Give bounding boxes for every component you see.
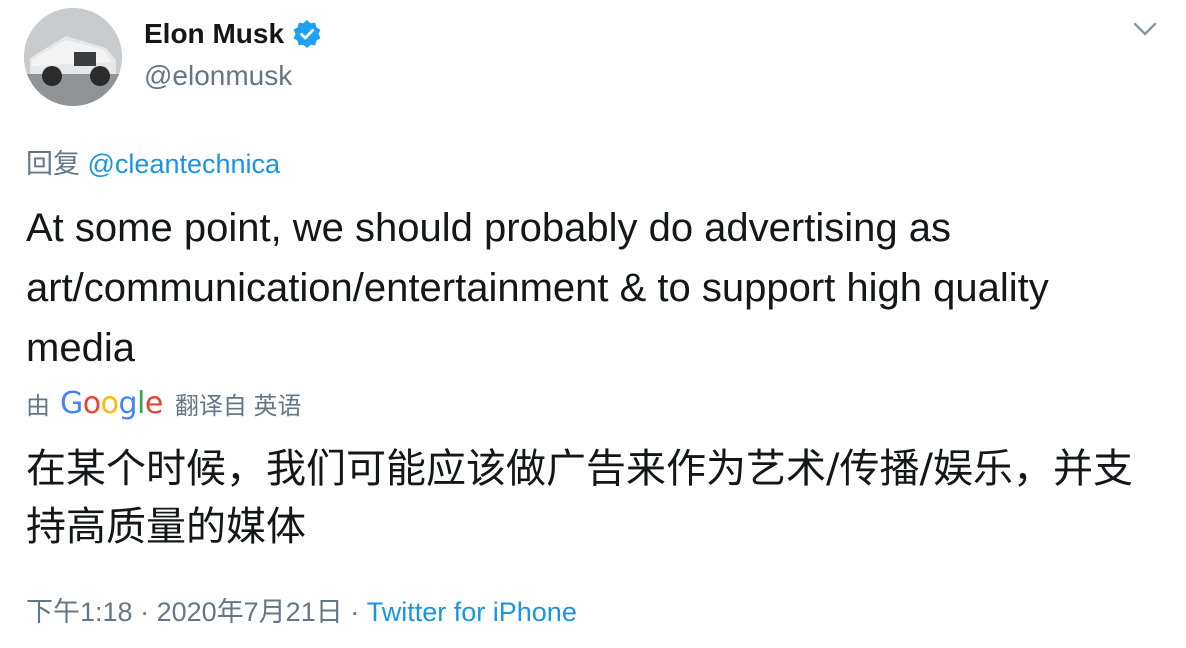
author-name-row[interactable]: Elon Musk <box>144 18 322 50</box>
tweet-source-link[interactable]: Twitter for iPhone <box>367 597 577 627</box>
replying-prefix: 回复 <box>26 149 80 179</box>
tweet-date[interactable]: 2020年7月21日 <box>157 597 343 627</box>
replying-to: 回复 @cleantechnica <box>26 142 280 181</box>
translation-attribution: 由 Google 翻译自 英语 <box>26 386 302 421</box>
tweet-text: At some point, we should probably do adv… <box>26 206 1049 370</box>
meta-separator: · <box>350 597 360 627</box>
google-logo[interactable]: Google <box>60 386 163 421</box>
translated-tweet-text: 在某个时候，我们可能应该做广告来作为艺术/传播/娱乐，并支持高质量的媒体 <box>26 446 1133 550</box>
tweet-time[interactable]: 下午1:18 <box>26 597 133 627</box>
translated-by-prefix: 由 <box>26 393 50 420</box>
author-name[interactable]: Elon Musk <box>144 18 284 50</box>
reply-mention-link[interactable]: @cleantechnica <box>88 149 281 179</box>
chevron-down-icon[interactable] <box>1132 20 1158 38</box>
avatar[interactable] <box>24 8 122 106</box>
tweet-meta: 下午1:18 · 2020年7月21日 · Twitter for iPhone <box>26 590 577 629</box>
meta-separator: · <box>140 597 150 627</box>
translated-from-language: 翻译自 英语 <box>174 393 302 420</box>
verified-badge-icon <box>292 19 322 49</box>
author-handle[interactable]: @elonmusk <box>144 60 292 92</box>
